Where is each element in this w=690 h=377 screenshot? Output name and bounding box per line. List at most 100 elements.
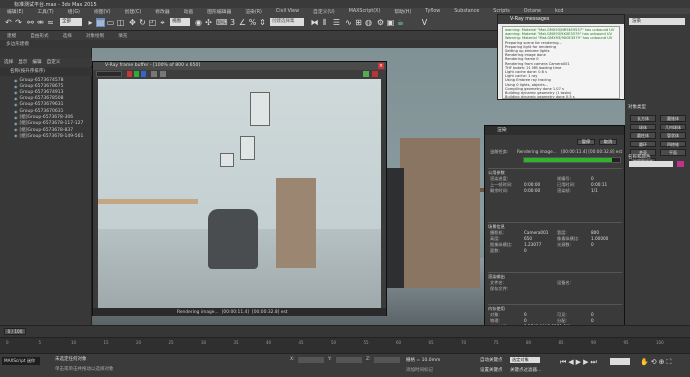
window-crossing-icon[interactable]: ◫ xyxy=(116,18,125,27)
scene-explorer-tab[interactable]: 显示 xyxy=(18,59,27,65)
cancel-button[interactable]: 取消 xyxy=(599,139,617,145)
unlink-icon[interactable]: ⚮ xyxy=(36,18,45,27)
render-setup-icon[interactable]: ⚙ xyxy=(376,18,385,27)
select-by-name-icon[interactable]: ▤ xyxy=(96,18,105,27)
pause-button[interactable]: 暂停 xyxy=(577,139,595,145)
eye-icon[interactable]: ◉ xyxy=(14,90,18,95)
object-type-button[interactable]: 四棱锥 xyxy=(660,140,686,147)
menu-item[interactable]: 动画 xyxy=(177,8,201,15)
x-coord-input[interactable] xyxy=(298,357,324,363)
snap-toggle-icon[interactable]: 3 xyxy=(228,18,237,27)
redo-icon[interactable]: ↷ xyxy=(14,18,23,27)
layer-manager-icon[interactable]: ☰ xyxy=(332,18,341,27)
menu-item[interactable]: 组(G) xyxy=(61,8,87,15)
set-key-button[interactable]: 设置关键点 xyxy=(480,367,503,373)
rect-selection-icon[interactable]: ▭ xyxy=(106,18,115,27)
object-type-button[interactable]: 管状体 xyxy=(660,132,686,139)
keyboard-shortcut-icon[interactable]: ⌨ xyxy=(216,18,228,27)
placement-icon[interactable]: ⌖ xyxy=(158,18,167,27)
material-editor-icon[interactable]: ◍ xyxy=(364,18,373,27)
maxscript-listener[interactable]: MAXScript 迷你 xyxy=(2,357,40,365)
menu-item[interactable]: 自定义(U) xyxy=(306,8,342,15)
time-slider[interactable]: 0 / 100 xyxy=(0,325,690,337)
select-object-icon[interactable]: ▸ xyxy=(86,18,95,27)
menu-item[interactable]: MAXScript(X) xyxy=(342,9,388,14)
ribbon-tab[interactable]: 选择 xyxy=(56,33,79,39)
menu-item[interactable]: 渲染(R) xyxy=(238,8,269,15)
key-filters-button[interactable]: 关键点过滤器... xyxy=(510,367,541,373)
align-icon[interactable]: ⫴ xyxy=(320,18,329,27)
ribbon-tab[interactable]: 对象绘制 xyxy=(79,33,111,39)
menu-item[interactable]: 图形编辑器 xyxy=(200,8,238,15)
menu-item[interactable]: 视图(V) xyxy=(87,8,118,15)
eye-icon[interactable]: ◉ xyxy=(14,133,18,138)
schematic-view-icon[interactable]: ⊞ xyxy=(354,18,363,27)
render-type-dropdown[interactable]: 渲染 xyxy=(629,18,685,25)
clear-image-icon[interactable] xyxy=(160,71,166,77)
curve-editor-icon[interactable]: ∿ xyxy=(344,18,353,27)
menu-item[interactable]: 工具(T) xyxy=(30,8,60,15)
pivot-center-icon[interactable]: ◉ xyxy=(194,18,203,27)
reference-coordinate-dropdown[interactable]: 视图 xyxy=(170,18,190,26)
z-coord-input[interactable] xyxy=(374,357,400,363)
move-icon[interactable]: ✥ xyxy=(128,18,137,27)
named-selection-set-input[interactable]: 创建选择集 xyxy=(270,18,304,26)
eye-icon[interactable]: ◉ xyxy=(14,84,18,89)
object-type-button[interactable]: 圆环 xyxy=(630,140,656,147)
add-time-tag[interactable]: 添加时间标记 xyxy=(406,367,433,373)
scene-explorer-tab[interactable]: 编辑 xyxy=(32,59,41,65)
close-icon[interactable]: × xyxy=(378,63,384,69)
time-slider-handle[interactable]: 0 / 100 xyxy=(4,328,26,335)
menu-item[interactable]: 编辑(E) xyxy=(0,8,30,15)
y-coord-input[interactable] xyxy=(336,357,362,363)
mirror-icon[interactable]: ⧓ xyxy=(310,18,319,27)
select-manipulate-icon[interactable]: ✣ xyxy=(204,18,213,27)
green-channel-icon[interactable] xyxy=(134,71,139,77)
object-type-button[interactable]: 长方体 xyxy=(630,115,656,122)
render-last-icon[interactable] xyxy=(363,71,369,77)
vfb-channel-dropdown[interactable] xyxy=(96,71,122,77)
scene-tree-item[interactable]: ◉ [组]Group-6573678-149-561 xyxy=(0,133,92,139)
scene-explorer-tab[interactable]: 自定义 xyxy=(47,59,61,65)
ribbon-tab[interactable]: 建模 xyxy=(0,33,23,39)
object-name-input[interactable] xyxy=(629,161,673,167)
vray-icon[interactable]: V xyxy=(420,18,429,27)
rotate-icon[interactable]: ↻ xyxy=(138,18,147,27)
undo-icon[interactable]: ↶ xyxy=(4,18,13,27)
percent-snap-icon[interactable]: % xyxy=(248,18,257,27)
object-type-button[interactable]: 平面 xyxy=(660,149,686,156)
object-color-swatch[interactable] xyxy=(677,161,684,167)
scale-icon[interactable]: ◰ xyxy=(148,18,157,27)
selection-filter-dropdown[interactable]: 全部 xyxy=(60,18,82,26)
scene-explorer-tab[interactable]: 选择 xyxy=(4,59,13,65)
menu-item[interactable]: 帮助(H) xyxy=(387,8,418,15)
auto-key-button[interactable]: 自动关键点 xyxy=(480,357,503,363)
current-frame-input[interactable] xyxy=(610,358,630,365)
eye-icon[interactable]: ◉ xyxy=(14,102,18,107)
eye-icon[interactable]: ◉ xyxy=(14,109,18,114)
menu-item[interactable]: Civil View xyxy=(269,9,306,14)
viewport-navigation-icons[interactable]: ✋⟲⊕⛶ xyxy=(640,358,673,367)
spinner-snap-icon[interactable]: ⇕ xyxy=(258,18,267,27)
render-production-icon[interactable]: ☕ xyxy=(396,18,405,27)
angle-snap-icon[interactable]: ∠ xyxy=(238,18,247,27)
menu-item[interactable]: Substance xyxy=(447,9,486,14)
ribbon-tab[interactable]: 填充 xyxy=(111,33,134,39)
playback-controls[interactable]: ⏮◀▶▶⏭ xyxy=(560,358,599,367)
eye-icon[interactable]: ◉ xyxy=(14,96,18,101)
save-image-icon[interactable] xyxy=(151,71,157,77)
ribbon-tab[interactable]: 自由形式 xyxy=(23,33,55,39)
menu-item[interactable]: 创建(C) xyxy=(118,8,149,15)
menu-item[interactable]: Tyflow xyxy=(418,9,447,14)
object-type-button[interactable]: 圆柱体 xyxy=(630,132,656,139)
eye-icon[interactable]: ◉ xyxy=(14,127,18,132)
eye-icon[interactable]: ◉ xyxy=(14,78,18,83)
object-type-button[interactable]: 几何球体 xyxy=(660,123,686,130)
red-channel-icon[interactable] xyxy=(127,71,132,77)
eye-icon[interactable]: ◉ xyxy=(14,115,18,120)
scene-tree-item[interactable]: ◉ [组]Group-6573678-117-127 xyxy=(0,120,92,127)
blue-channel-icon[interactable] xyxy=(141,71,146,77)
bind-space-warp-icon[interactable]: ≈ xyxy=(46,18,55,27)
link-icon[interactable]: ⚯ xyxy=(26,18,35,27)
selected-dropdown[interactable]: 选定对象 xyxy=(510,357,540,363)
